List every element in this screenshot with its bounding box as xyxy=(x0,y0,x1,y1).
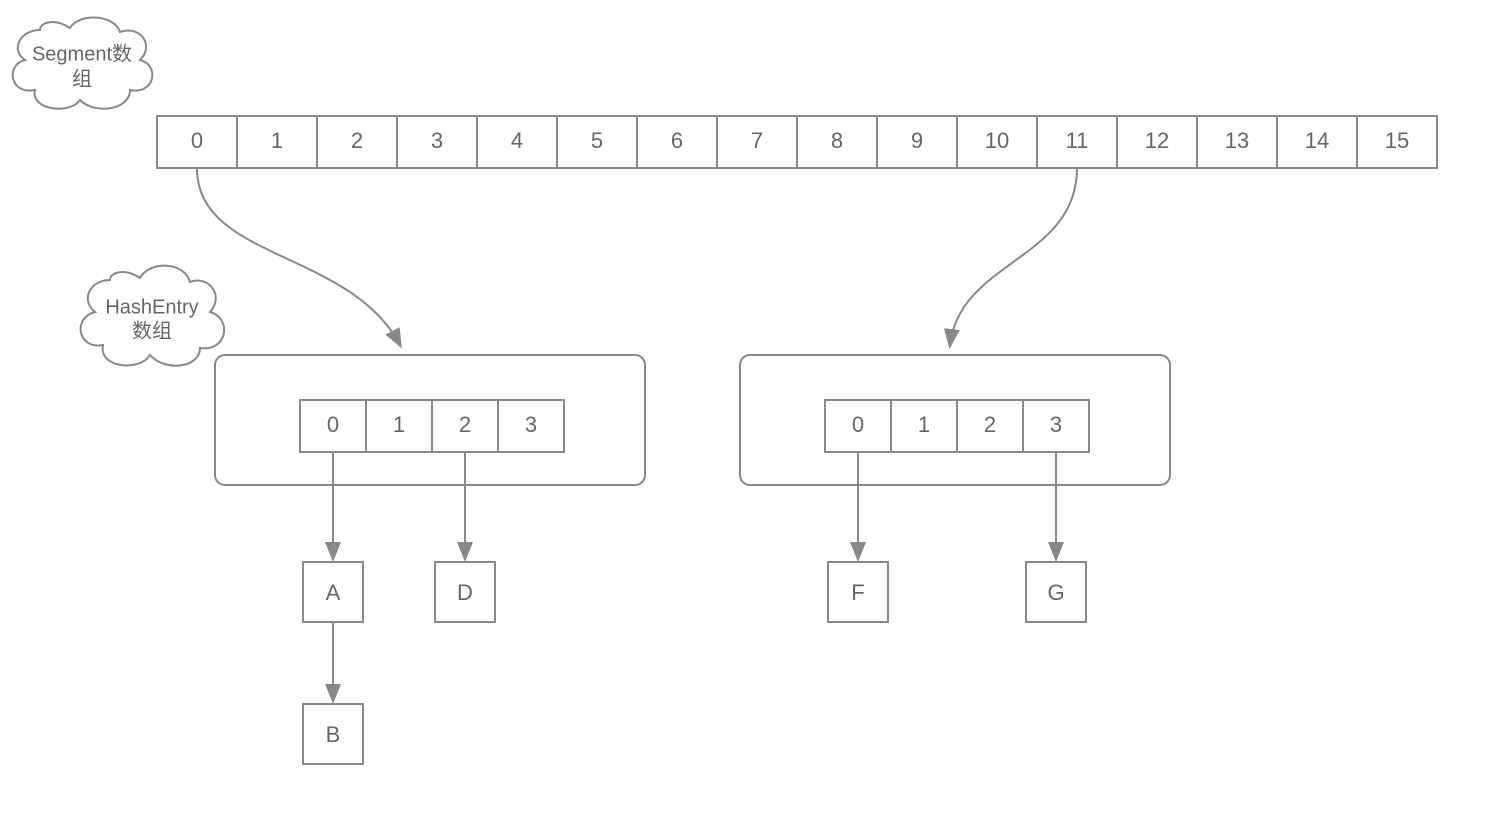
segment-cell-0: 0 xyxy=(157,116,237,168)
svg-text:2: 2 xyxy=(459,412,471,437)
node-F: F xyxy=(828,562,888,622)
svg-text:B: B xyxy=(326,722,341,747)
svg-text:11: 11 xyxy=(1066,128,1089,153)
segment-cell-5: 5 xyxy=(557,116,637,168)
node-G: G xyxy=(1026,562,1086,622)
hashentry-cloud-line1: HashEntry xyxy=(105,296,198,318)
segment-cell-7: 7 xyxy=(717,116,797,168)
segment-cell-12: 12 xyxy=(1117,116,1197,168)
arrow-seg0-to-left xyxy=(197,168,400,345)
segment-cell-14: 14 xyxy=(1277,116,1357,168)
svg-text:2: 2 xyxy=(984,412,996,437)
svg-text:14: 14 xyxy=(1305,128,1329,153)
left-hash-cell-1: 1 xyxy=(366,400,432,452)
svg-text:7: 7 xyxy=(751,128,763,153)
segment-array: 0 1 2 3 4 5 6 7 8 9 10 11 12 13 14 15 xyxy=(157,116,1437,168)
hashentry-cloud-line2: 数组 xyxy=(132,319,172,342)
segment-cloud-line2: 组 xyxy=(72,67,92,90)
svg-text:13: 13 xyxy=(1225,128,1249,153)
node-D: D xyxy=(435,562,495,622)
svg-text:3: 3 xyxy=(525,412,537,437)
svg-text:1: 1 xyxy=(918,412,930,437)
svg-text:12: 12 xyxy=(1145,128,1169,153)
segment-cell-2: 2 xyxy=(317,116,397,168)
svg-text:10: 10 xyxy=(985,128,1009,153)
svg-text:5: 5 xyxy=(591,128,603,153)
segment-cell-4: 4 xyxy=(477,116,557,168)
segment-cell-9: 9 xyxy=(877,116,957,168)
segment-cloud-line1: Segment数 xyxy=(32,42,132,65)
svg-text:15: 15 xyxy=(1385,128,1409,153)
svg-text:0: 0 xyxy=(191,128,203,153)
right-hash-cell-3: 3 xyxy=(1023,400,1089,452)
left-hash-cell-0: 0 xyxy=(300,400,366,452)
segment-cloud: Segment数 组 xyxy=(13,17,153,108)
arrow-seg11-to-right xyxy=(950,168,1077,345)
svg-text:0: 0 xyxy=(852,412,864,437)
svg-text:G: G xyxy=(1047,580,1064,605)
svg-text:4: 4 xyxy=(511,128,523,153)
svg-text:1: 1 xyxy=(393,412,405,437)
svg-text:1: 1 xyxy=(271,128,283,153)
svg-text:2: 2 xyxy=(351,128,363,153)
left-hashentry-container: 0 1 2 3 xyxy=(215,355,645,485)
segment-cell-6: 6 xyxy=(637,116,717,168)
segment-cell-15: 15 xyxy=(1357,116,1437,168)
segment-cell-11: 11 xyxy=(1037,116,1117,168)
hashentry-cloud: HashEntry 数组 xyxy=(81,266,224,366)
svg-text:D: D xyxy=(457,580,473,605)
right-hash-cell-1: 1 xyxy=(891,400,957,452)
svg-text:9: 9 xyxy=(911,128,923,153)
svg-text:A: A xyxy=(326,580,341,605)
node-A: A xyxy=(303,562,363,622)
svg-text:6: 6 xyxy=(671,128,683,153)
svg-text:F: F xyxy=(851,580,864,605)
segment-cell-1: 1 xyxy=(237,116,317,168)
segment-cell-13: 13 xyxy=(1197,116,1277,168)
segment-cell-10: 10 xyxy=(957,116,1037,168)
svg-text:3: 3 xyxy=(1050,412,1062,437)
svg-text:0: 0 xyxy=(327,412,339,437)
segment-cell-8: 8 xyxy=(797,116,877,168)
svg-text:3: 3 xyxy=(431,128,443,153)
segment-cell-3: 3 xyxy=(397,116,477,168)
right-hash-cell-2: 2 xyxy=(957,400,1023,452)
diagram-root: Segment数 组 0 1 2 3 4 5 6 7 8 9 10 11 12 … xyxy=(0,0,1502,830)
node-B: B xyxy=(303,704,363,764)
left-hash-cell-3: 3 xyxy=(498,400,564,452)
left-hash-cell-2: 2 xyxy=(432,400,498,452)
svg-text:8: 8 xyxy=(831,128,843,153)
right-hashentry-container: 0 1 2 3 xyxy=(740,355,1170,485)
right-hash-cell-0: 0 xyxy=(825,400,891,452)
